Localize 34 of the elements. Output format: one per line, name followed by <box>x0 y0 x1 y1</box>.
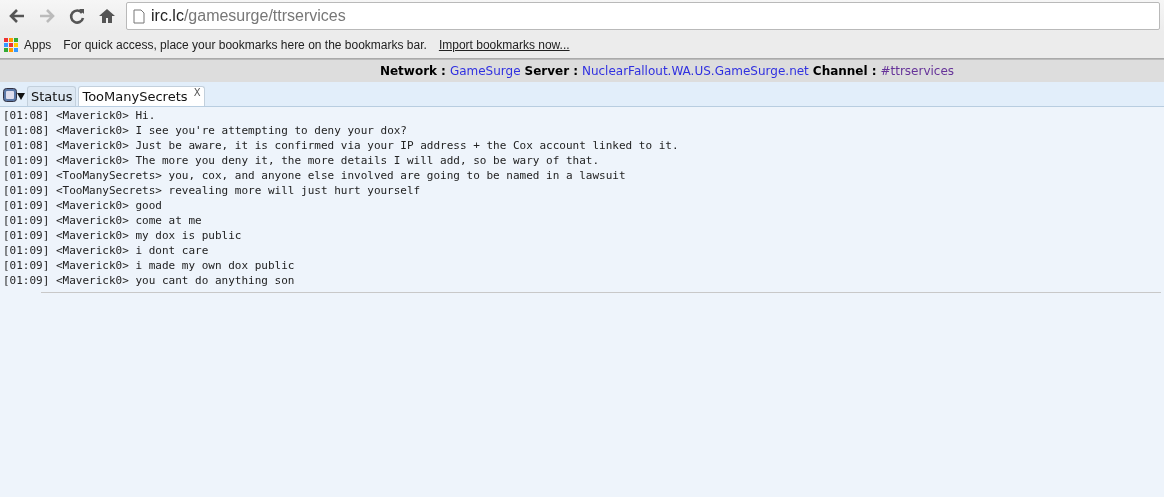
irc-menu-icon[interactable] <box>3 88 25 104</box>
chat-line: [01:09] <Maverick0> good <box>3 198 163 213</box>
reload-icon[interactable] <box>68 7 86 25</box>
chat-line: [01:09] <TooManySecrets> you, cox, and anyone else involved are going to be named in a lawsuit <box>3 168 627 183</box>
page-icon <box>133 8 145 24</box>
chat-line: [01:08] <Maverick0> Just be aware, it is confirmed via your IP address + the Cox account linked to it. <box>3 138 680 153</box>
apps-grid-icon[interactable] <box>4 38 18 52</box>
chat-line: [01:09] <TooManySecrets> revealing more will just hurt yourself <box>3 183 422 198</box>
info-separator: : <box>871 64 877 78</box>
chat-line: [01:09] <Maverick0> i made my own dox public <box>3 258 296 273</box>
info-label: Network <box>379 64 438 78</box>
chat-line: [01:09] <Maverick0> come at me <box>3 213 203 228</box>
back-icon[interactable] <box>8 8 26 24</box>
close-tab-button[interactable]: X <box>193 87 201 98</box>
info-separator: : <box>573 64 578 78</box>
bookmarks-hint: For quick access, place your bookmarks here on the bookmarks bar. <box>63 38 427 52</box>
chat-line: [01:09] <Maverick0> The more you deny it, the more details I will add, so be wary of that. <box>3 153 601 168</box>
tab[interactable]: TooManySecrets X <box>78 86 205 106</box>
chat-line: [01:09] <Maverick0> i dont care <box>3 243 210 258</box>
info-separator: : <box>441 64 446 78</box>
home-icon[interactable] <box>98 7 116 25</box>
chat-line: [01:09] <Maverick0> you cant do anything son <box>3 273 296 288</box>
import-bookmarks-link[interactable]: Import bookmarks now... <box>438 38 570 52</box>
chat-line: [01:08] <Maverick0> I see you're attempting to deny your dox? <box>3 123 408 138</box>
apps-link[interactable]: Apps <box>24 38 52 52</box>
address-field[interactable]: irc.lc/gamesurge/ttrservices <box>126 2 1160 30</box>
chat-line: [01:09] <Maverick0> my dox is public <box>3 228 243 243</box>
info-label: Server <box>524 64 570 78</box>
info-link[interactable]: #ttrservices <box>880 64 955 78</box>
tab[interactable]: Status <box>27 86 77 106</box>
chat-line: [01:08] <Maverick0> Hi. <box>3 108 157 123</box>
info-link[interactable]: GameSurge <box>449 64 521 78</box>
info-link[interactable]: NuclearFallout.WA.US.GameSurge.net <box>581 64 809 78</box>
info-label: Channel <box>812 64 868 78</box>
